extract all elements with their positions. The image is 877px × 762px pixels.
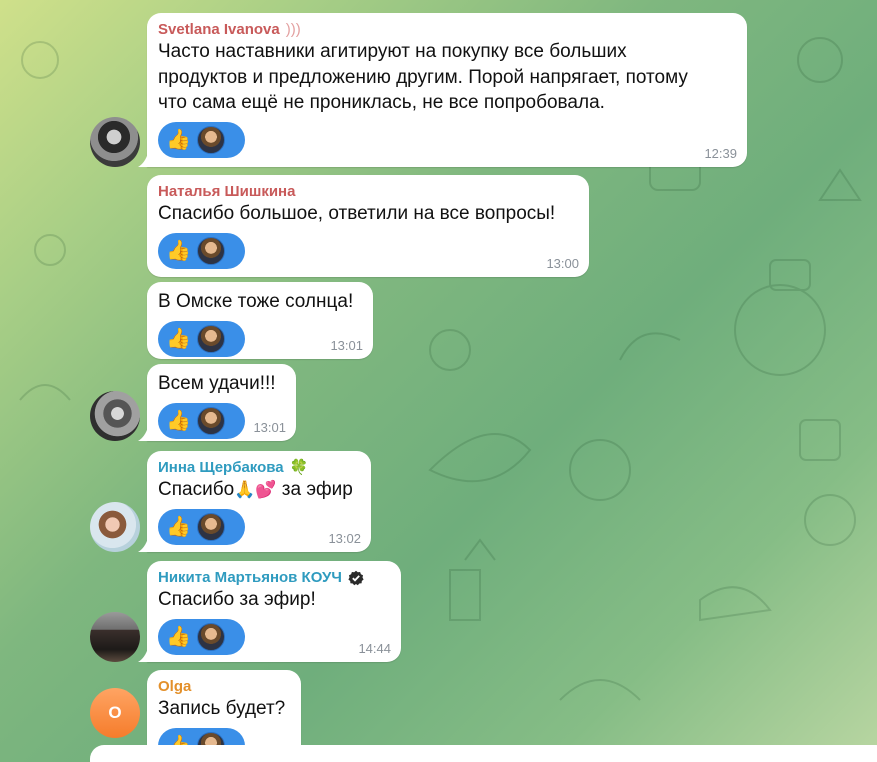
- message-text: Запись будет?: [158, 698, 286, 719]
- message-time: 13:01: [330, 338, 363, 353]
- thumbs-up-icon: 👍: [166, 239, 191, 262]
- message-bubble[interactable]: Инна Щербакова 🍀 Спасибо🙏💕 за эфир 👍 13:…: [147, 451, 371, 552]
- avatar[interactable]: [90, 502, 140, 552]
- sender-name[interactable]: Olga: [158, 677, 290, 696]
- reactor-avatar: [196, 236, 225, 265]
- message-text: Спасибо большое, ответили на все вопросы…: [158, 203, 556, 224]
- message-time: 13:01: [253, 420, 286, 435]
- sender-name[interactable]: Svetlana Ivanova ))): [158, 20, 736, 39]
- message-text: Спасибо🙏💕 за эфир: [158, 479, 353, 500]
- pray-heart-emoji-icon: 🙏💕: [234, 480, 277, 499]
- avatar[interactable]: [90, 391, 140, 441]
- message-text: Спасибо за эфир!: [158, 589, 316, 610]
- clover-emoji-icon: 🍀: [289, 459, 309, 476]
- message-bubble[interactable]: В Омске тоже солнца! 👍 13:01: [147, 282, 373, 359]
- reaction-thumbs-up[interactable]: 👍: [158, 232, 245, 269]
- message-text: Всем удачи!!!: [158, 373, 276, 394]
- message-time: 13:02: [328, 531, 361, 546]
- message-time: 14:44: [358, 641, 391, 656]
- message-time: 13:00: [546, 256, 579, 271]
- message-input-area[interactable]: [90, 745, 877, 762]
- message-bubble[interactable]: Никита Мартьянов КОУЧ Спасибо за эфир! 👍…: [147, 561, 401, 662]
- reactor-avatar: [196, 512, 225, 541]
- reactor-avatar: [196, 125, 225, 154]
- reactor-avatar: [196, 324, 225, 353]
- reactor-avatar: [196, 406, 225, 435]
- message-bubble[interactable]: Всем удачи!!! 👍 13:01: [147, 364, 296, 441]
- avatar[interactable]: O: [90, 688, 140, 738]
- message-bubble[interactable]: Наталья Шишкина Спасибо большое, ответил…: [147, 175, 589, 277]
- reactor-avatar: [196, 622, 225, 651]
- thumbs-up-icon: 👍: [166, 128, 191, 151]
- avatar[interactable]: [90, 612, 140, 662]
- reaction-thumbs-up[interactable]: 👍: [158, 121, 245, 158]
- verified-badge-icon: [348, 570, 364, 585]
- message-time: 12:39: [704, 146, 737, 161]
- reaction-thumbs-up[interactable]: 👍: [158, 618, 245, 655]
- sender-name[interactable]: Наталья Шишкина: [158, 182, 578, 201]
- reaction-thumbs-up[interactable]: 👍: [158, 402, 245, 439]
- sender-name[interactable]: Инна Щербакова 🍀: [158, 458, 360, 477]
- reaction-thumbs-up[interactable]: 👍: [158, 508, 245, 545]
- message-text: Часто наставники агитируют на покупку вс…: [158, 41, 688, 113]
- thumbs-up-icon: 👍: [166, 515, 191, 538]
- sender-name[interactable]: Никита Мартьянов КОУЧ: [158, 568, 390, 587]
- reaction-thumbs-up[interactable]: 👍: [158, 320, 245, 357]
- thumbs-up-icon: 👍: [166, 327, 191, 350]
- thumbs-up-icon: 👍: [166, 625, 191, 648]
- message-text: В Омске тоже солнца!: [158, 291, 354, 312]
- message-bubble[interactable]: Svetlana Ivanova ))) Часто наставники аг…: [147, 13, 747, 167]
- thumbs-up-icon: 👍: [166, 409, 191, 432]
- avatar[interactable]: [90, 117, 140, 167]
- sender-suffix: ))): [285, 21, 301, 38]
